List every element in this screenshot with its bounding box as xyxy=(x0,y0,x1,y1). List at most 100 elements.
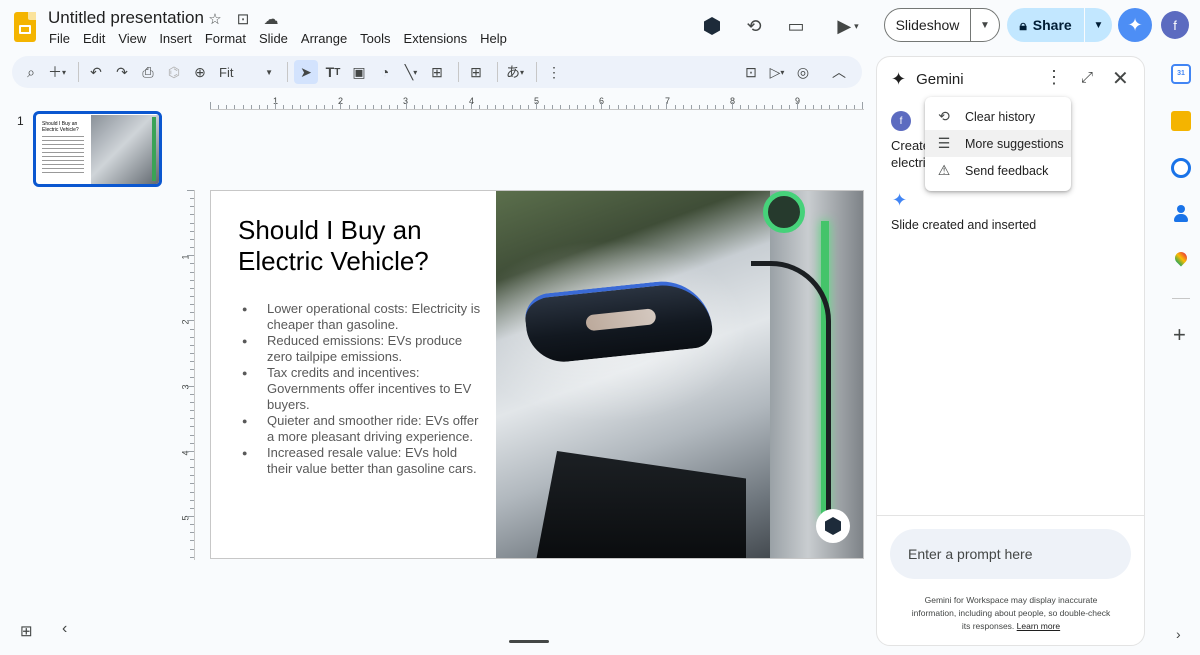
grid-view-icon[interactable]: ⊞ xyxy=(20,622,33,640)
collapse-icon[interactable]: ︿ xyxy=(828,60,850,84)
input-tools-icon[interactable]: あ ▾ xyxy=(504,60,526,84)
ruler-tick xyxy=(658,105,660,109)
learn-more-link[interactable]: Learn more xyxy=(1017,621,1060,631)
ruler-tick xyxy=(187,450,194,452)
ruler-tick xyxy=(307,105,309,109)
paint-format-icon[interactable]: ⌬ xyxy=(163,60,185,84)
ev-charging-photo[interactable] xyxy=(496,191,863,558)
chevron-down-icon: ▼ xyxy=(265,67,273,77)
redo-icon[interactable]: ↷ xyxy=(111,60,133,84)
ruler-tick xyxy=(633,105,635,109)
thumbnail-title: Should I Buy an Electric Vehicle? xyxy=(42,121,79,133)
collapse-filmstrip-icon[interactable]: ‹ xyxy=(62,620,67,638)
bullet-item: Lower operational costs: Electricity is … xyxy=(242,301,482,333)
version-history-icon[interactable]: ⟲ xyxy=(741,13,767,39)
share-main[interactable]: 🔒︎ Share xyxy=(1007,8,1085,42)
menu-file[interactable]: File xyxy=(49,31,70,46)
menu-view[interactable]: View xyxy=(118,31,146,46)
ruler-tick xyxy=(258,105,260,109)
ruler-tick xyxy=(332,105,334,109)
image-icon[interactable]: ▣ xyxy=(348,60,370,84)
ruler-tick xyxy=(413,105,415,109)
calendar-icon[interactable]: 31 xyxy=(1171,64,1191,84)
ruler-tick xyxy=(560,105,562,109)
keep-icon[interactable] xyxy=(1171,111,1191,131)
menu-edit[interactable]: Edit xyxy=(83,31,105,46)
menu-help[interactable]: Help xyxy=(480,31,507,46)
insert-image-icon[interactable]: ⊡ xyxy=(740,60,762,84)
contacts-icon[interactable] xyxy=(1171,204,1191,224)
comment-icon[interactable]: ⊞ xyxy=(465,60,487,84)
document-title[interactable]: Untitled presentation xyxy=(48,8,204,28)
maps-icon[interactable] xyxy=(1171,251,1191,271)
bullet-item: Quieter and smoother ride: EVs offer a m… xyxy=(242,413,482,445)
menu-arrange[interactable]: Arrange xyxy=(301,31,347,46)
video-icon[interactable]: ⊞ xyxy=(426,60,448,84)
slideshow-button[interactable]: Slideshow ▼ xyxy=(884,8,1000,42)
star-icon[interactable]: ☆ xyxy=(206,10,224,28)
expand-icon[interactable]: ⤢ xyxy=(1081,69,1093,86)
share-button[interactable]: 🔒︎ Share ▼ xyxy=(1007,8,1112,42)
zoom-select[interactable]: Fit ▼ xyxy=(215,60,277,84)
new-slide-icon[interactable]: ＋ ▾ xyxy=(46,60,68,84)
slide-canvas[interactable]: Should I Buy an Electric Vehicle? Lower … xyxy=(210,190,864,559)
ruler-tick xyxy=(723,105,725,109)
print-icon[interactable]: ⎙ xyxy=(137,60,159,84)
expand-rail-icon[interactable]: › xyxy=(1176,626,1181,642)
slides-logo-icon[interactable] xyxy=(14,12,36,42)
ruler-tick xyxy=(813,105,815,109)
menu-extensions[interactable]: Extensions xyxy=(404,31,468,46)
menu-slide[interactable]: Slide xyxy=(259,31,288,46)
line-icon[interactable]: ╲ ▾ xyxy=(400,60,422,84)
ruler-tick xyxy=(190,238,194,240)
more-icon[interactable]: ⋮ xyxy=(543,60,565,84)
menu-item-more-suggestions[interactable]: ☰ More suggestions xyxy=(925,130,1071,157)
ruler-tick xyxy=(519,105,521,109)
zoom-icon[interactable]: ⊕ xyxy=(189,60,211,84)
menu-item-clear-history[interactable]: ⟲ Clear history xyxy=(925,103,1071,130)
gemini-toggle-icon[interactable]: ✦ xyxy=(1118,8,1152,42)
thumbnail-bullets xyxy=(42,136,84,176)
slide-title[interactable]: Should I Buy an Electric Vehicle? xyxy=(238,215,488,277)
ruler-tick xyxy=(821,105,823,109)
image-extension-badge-icon[interactable] xyxy=(816,509,850,543)
slide-bullet-list[interactable]: Lower operational costs: Electricity is … xyxy=(242,301,482,477)
ruler-tick xyxy=(804,105,806,109)
ruler-tick xyxy=(190,304,194,306)
account-avatar[interactable]: f xyxy=(1161,11,1189,39)
select-icon[interactable]: ➤ xyxy=(294,60,318,84)
tasks-icon[interactable] xyxy=(1171,158,1191,178)
meet-icon[interactable]: ▶ ▾ xyxy=(830,13,866,39)
pointer-icon[interactable]: ▷ ▾ xyxy=(766,60,788,84)
slideshow-dropdown-icon[interactable]: ▼ xyxy=(971,20,999,31)
more-options-icon[interactable]: ⋮ xyxy=(1045,67,1063,88)
animation-icon[interactable]: ◎ xyxy=(792,60,814,84)
menu-format[interactable]: Format xyxy=(205,31,246,46)
ruler-tick xyxy=(862,102,863,109)
menu-insert[interactable]: Insert xyxy=(159,31,192,46)
prompt-input[interactable]: Enter a prompt here xyxy=(890,529,1131,579)
ruler-tick xyxy=(609,105,611,109)
search-icon[interactable]: ⌕ xyxy=(20,60,42,84)
share-dropdown-icon[interactable]: ▼ xyxy=(1085,20,1112,31)
ruler-tick xyxy=(739,105,741,109)
text-box-icon[interactable]: TT xyxy=(322,60,344,84)
gemini-response-sparkle-icon: ✦ xyxy=(892,190,908,210)
slideshow-label[interactable]: Slideshow xyxy=(885,9,971,41)
comments-icon[interactable]: ▭ xyxy=(783,13,809,39)
cloud-status-icon[interactable]: ☁ xyxy=(262,10,280,28)
add-addon-icon[interactable]: + xyxy=(1173,322,1186,348)
shape-icon[interactable]: ◔ xyxy=(374,60,396,84)
undo-icon[interactable]: ↶ xyxy=(85,60,107,84)
close-icon[interactable]: ✕ xyxy=(1112,66,1129,91)
menu-tools[interactable]: Tools xyxy=(360,31,390,46)
toolbar-divider xyxy=(287,62,288,82)
move-folder-icon[interactable]: ⊡ xyxy=(234,10,252,28)
ruler-tick xyxy=(190,491,194,493)
extension-hex-icon[interactable] xyxy=(699,13,725,39)
ruler-tick xyxy=(503,105,505,109)
slide-thumbnail[interactable]: Should I Buy an Electric Vehicle? xyxy=(33,111,162,187)
notes-resize-handle[interactable] xyxy=(509,640,549,643)
ruler-tick xyxy=(788,105,790,109)
menu-item-send-feedback[interactable]: ⚠ Send feedback xyxy=(925,157,1071,184)
